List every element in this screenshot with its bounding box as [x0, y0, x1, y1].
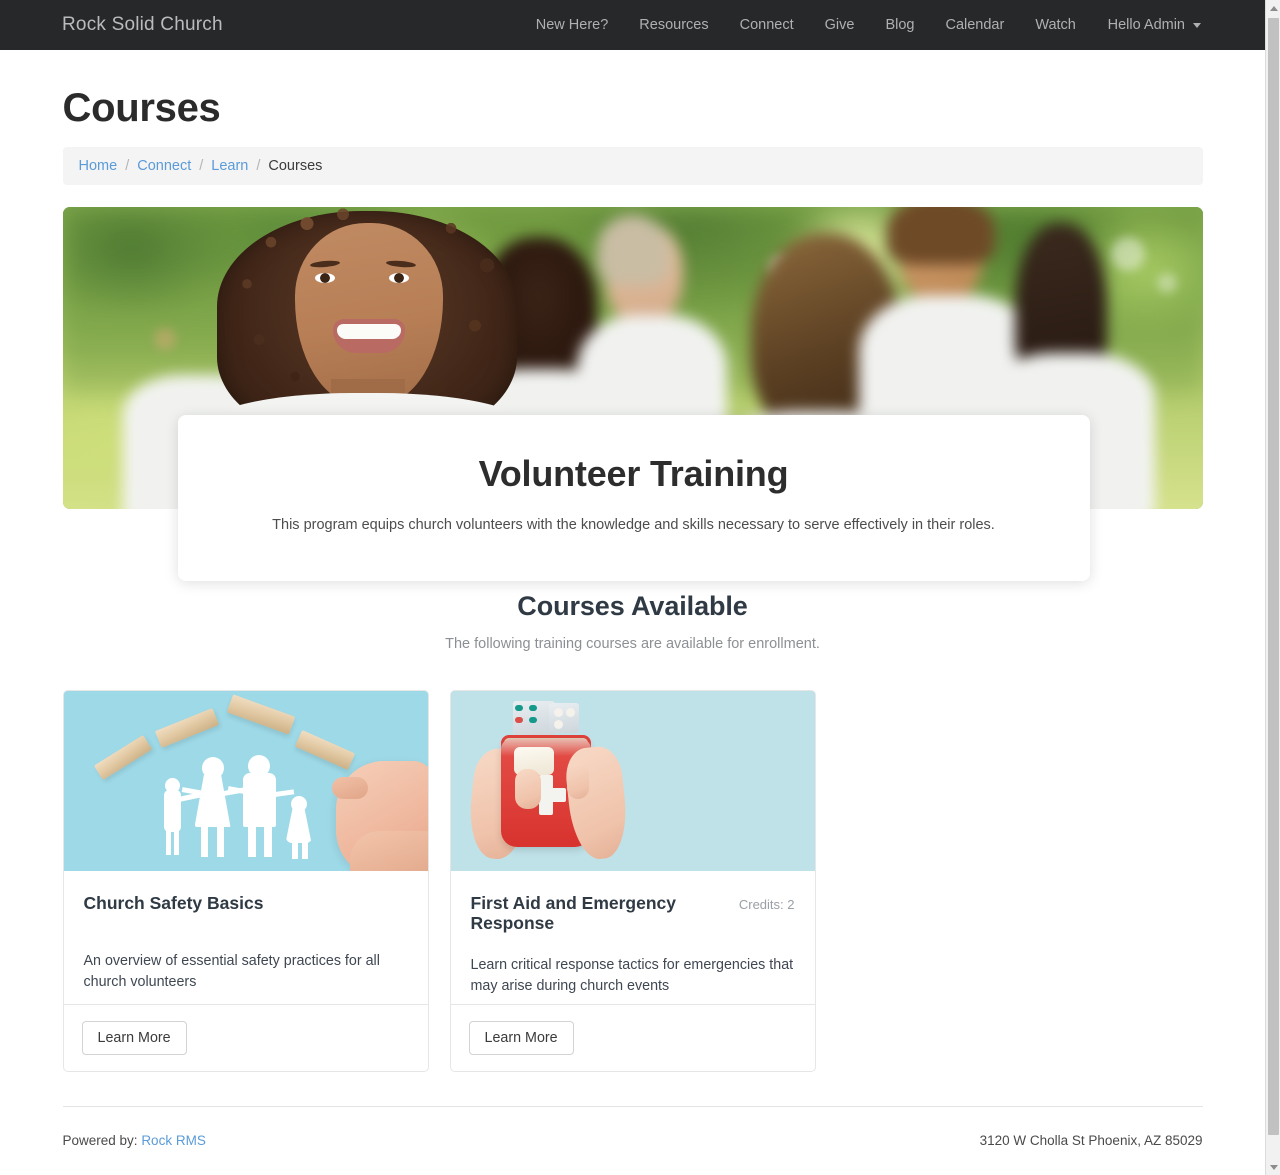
course-card[interactable]: Church Safety Basics An overview of esse…	[62, 690, 429, 1073]
triangle-down-icon	[1269, 1164, 1278, 1170]
breadcrumb-separator: /	[199, 158, 204, 174]
breadcrumb-item-courses: Courses	[268, 158, 323, 174]
triangle-up-icon	[1269, 5, 1278, 11]
footer-address: 3120 W Cholla St Phoenix, AZ 85029	[979, 1133, 1203, 1149]
nav-item-calendar[interactable]: Calendar	[945, 17, 1004, 33]
paper-figure-leg	[247, 825, 256, 857]
course-description: Learn critical response tactics for emer…	[470, 956, 794, 994]
paper-figure-father-body	[242, 773, 276, 827]
nav-item-connect[interactable]: Connect	[740, 17, 794, 33]
breadcrumb: Home / Connect / Learn / Courses	[62, 147, 1203, 185]
first-aid-kit-illustration	[450, 691, 815, 871]
pill	[528, 705, 537, 711]
course-card-footer: Learn More	[63, 1004, 428, 1071]
smiling-mouth	[332, 319, 405, 353]
thumb-right	[566, 763, 589, 799]
wooden-block	[154, 708, 219, 748]
hero-section: Volunteer Training This program equips c…	[62, 207, 1203, 581]
paper-family-illustration	[63, 691, 428, 871]
paper-figure-child2-body	[285, 807, 312, 843]
breadcrumb-separator: /	[125, 158, 130, 174]
course-card-title-row: First Aid and Emergency Response Credits…	[471, 893, 795, 934]
account-menu[interactable]: Hello Admin	[1108, 17, 1201, 33]
pill	[553, 720, 563, 729]
nav-item-give[interactable]: Give	[825, 17, 855, 33]
paper-figure-leg	[301, 839, 308, 859]
page-root: Rock Solid Church New Here? Resources Co…	[0, 0, 1265, 1175]
pill	[565, 708, 575, 717]
wooden-block	[294, 729, 355, 771]
nav-item-blog[interactable]: Blog	[885, 17, 914, 33]
pill	[514, 717, 523, 723]
scrollbar-thumb[interactable]	[1268, 18, 1279, 1135]
paper-figure-mother-body	[194, 775, 231, 827]
breadcrumb-item-learn[interactable]: Learn	[211, 158, 248, 174]
courses-section-header: Courses Available The following training…	[63, 591, 1203, 652]
scrollbar-up-button[interactable]	[1266, 0, 1280, 16]
paper-figure-leg	[263, 825, 272, 857]
breadcrumb-item-connect[interactable]: Connect	[137, 158, 191, 174]
nav-item-resources[interactable]: Resources	[639, 17, 708, 33]
footer-powered-by-label: Powered by:	[62, 1133, 138, 1149]
teeth	[336, 324, 401, 339]
paper-figure-leg	[200, 825, 208, 857]
paper-figure-leg	[291, 839, 298, 859]
paper-figure-child-leg	[173, 829, 179, 855]
hero-caption-card: Volunteer Training This program equips c…	[177, 415, 1090, 581]
courses-subheading: The following training courses are avail…	[445, 636, 820, 652]
account-menu-label: Hello Admin	[1107, 17, 1185, 33]
breadcrumb-separator: /	[256, 158, 261, 174]
pill	[514, 705, 523, 711]
course-card-image	[450, 691, 815, 871]
hero-description: This program equips church volunteers wi…	[272, 517, 995, 533]
bokeh-highlight	[153, 327, 176, 350]
wrist	[349, 831, 428, 871]
chevron-down-icon	[1193, 22, 1201, 28]
site-brand[interactable]: Rock Solid Church	[62, 14, 223, 36]
pill-blister-pack	[548, 703, 579, 733]
face	[294, 223, 443, 405]
wooden-block	[93, 734, 152, 781]
paper-figure-leg	[216, 825, 224, 857]
course-card[interactable]: First Aid and Emergency Response Credits…	[449, 690, 816, 1073]
hero-title: Volunteer Training	[478, 453, 789, 494]
course-card-list: Church Safety Basics An overview of esse…	[62, 690, 1203, 1073]
browser-viewport: Rock Solid Church New Here? Resources Co…	[0, 0, 1280, 1175]
course-card-title-row: Church Safety Basics	[84, 893, 408, 913]
course-card-body: First Aid and Emergency Response Credits…	[451, 871, 815, 1004]
site-header: Rock Solid Church New Here? Resources Co…	[0, 0, 1265, 50]
courses-section: Courses Available The following training…	[62, 591, 1203, 1149]
page-title: Courses	[62, 86, 221, 130]
site-footer: Powered by: Rock RMS 3120 W Cholla St Ph…	[62, 1106, 1203, 1149]
pill	[528, 717, 537, 723]
learn-more-button[interactable]: Learn More	[81, 1021, 187, 1056]
thumb-left	[514, 769, 541, 809]
paper-figure-child-leg	[165, 829, 171, 855]
course-card-body: Church Safety Basics An overview of esse…	[64, 871, 428, 1004]
course-card-footer: Learn More	[450, 1004, 815, 1071]
learn-more-button[interactable]: Learn More	[468, 1021, 574, 1056]
eye-left	[314, 273, 335, 283]
nav-item-watch[interactable]: Watch	[1035, 17, 1076, 33]
footer-powered-by: Powered by: Rock RMS	[63, 1133, 206, 1148]
course-title: First Aid and Emergency Response	[470, 893, 677, 934]
course-description: An overview of essential safety practice…	[83, 953, 380, 991]
finger	[331, 777, 368, 799]
course-credits: Credits: 2	[738, 897, 795, 912]
breadcrumb-item-home[interactable]: Home	[79, 158, 118, 174]
footer-rock-rms-link[interactable]: Rock RMS	[141, 1133, 206, 1148]
primary-navigation: New Here? Resources Connect Give Blog Ca…	[536, 17, 1076, 33]
scrollbar-down-button[interactable]	[1266, 1159, 1280, 1175]
course-card-image	[63, 691, 428, 871]
wooden-block	[226, 694, 295, 735]
main-content: Courses Home / Connect / Learn / Courses	[62, 86, 1203, 185]
course-title: Church Safety Basics	[83, 893, 264, 913]
pill	[553, 708, 563, 717]
page-scrollbar[interactable]	[1265, 0, 1280, 1175]
eye-right	[388, 273, 409, 283]
nav-item-new-here[interactable]: New Here?	[536, 17, 609, 33]
courses-heading: Courses Available	[517, 591, 748, 621]
